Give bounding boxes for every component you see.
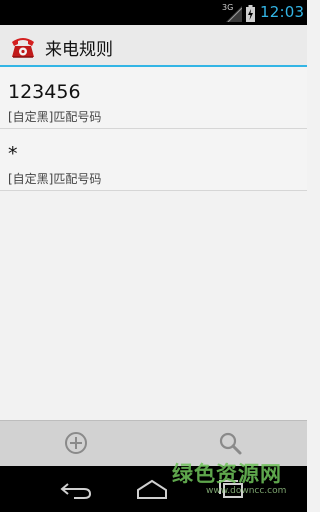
battery-charging-icon [246, 5, 255, 22]
list-item[interactable]: 123456 [自定黑]匹配号码 [0, 67, 307, 129]
red-telephone-icon[interactable] [9, 33, 37, 59]
back-icon[interactable] [58, 478, 94, 500]
rule-number: 123456 [8, 81, 81, 103]
watermark: 绿色资源网 [172, 462, 282, 486]
signal-icon [226, 6, 242, 22]
rules-list: 123456 [自定黑]匹配号码 * [自定黑]匹配号码 [0, 67, 307, 191]
rule-number: * [8, 143, 18, 165]
rule-description: [自定黑]匹配号码 [8, 172, 102, 186]
clock: 12:03 [260, 3, 305, 21]
page-title: 来电规则 [45, 40, 113, 60]
home-icon[interactable] [134, 478, 170, 500]
watermark-url: www.downcc.com [206, 486, 287, 496]
action-bar: 来电规则 [0, 25, 307, 67]
list-item[interactable]: * [自定黑]匹配号码 [0, 129, 307, 191]
add-circle-icon[interactable] [62, 429, 90, 457]
status-bar: 3G 12:03 [0, 0, 307, 25]
search-icon[interactable] [216, 429, 244, 457]
rule-description: [自定黑]匹配号码 [8, 110, 102, 124]
